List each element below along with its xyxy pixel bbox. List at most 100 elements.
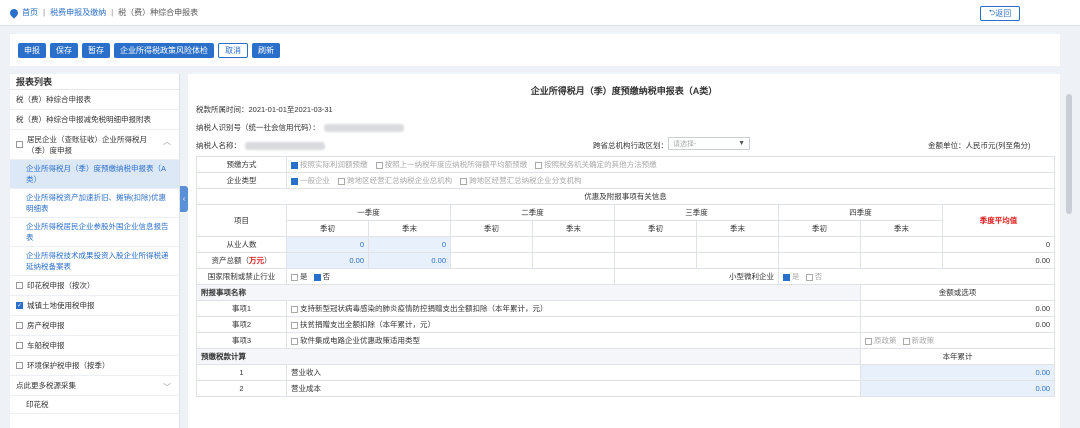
sidebar-checkbox[interactable] [16,342,23,349]
temp-save-button[interactable]: 暂存 [82,42,110,58]
chevron-left-icon: ‹ [182,195,186,203]
sidebar-checkbox[interactable] [16,362,23,369]
taxpayer-id-row: 纳税人识别号（统一社会信用代码）： [196,122,404,133]
enterprise-type-options: 一般企业 跨地区经营汇总纳税企业总机构 跨地区经营汇总纳税企业分支机构 [285,172,1056,189]
q1-start-header: 季初 [286,220,369,237]
item2-checkbox[interactable] [291,321,298,329]
checkbox-head-office[interactable] [338,177,346,185]
sidebar-item-resident-enterprise[interactable]: 居民企业（查账征收）企业所得税月（季）度申报 ︿ [10,130,179,160]
sidebar-item-environment[interactable]: 环境保护税申报（按季） [10,356,179,376]
attach-name-header: 附报事项名称 [196,284,861,301]
row1-value-input[interactable]: 0.00 [859,364,1056,381]
assets-q4-end [860,252,943,269]
declare-button[interactable]: 申报 [18,42,46,58]
calc-row-2: 2 营业成本 0.00 [196,380,1056,397]
checkbox-actual-profit[interactable] [291,161,298,169]
item3-checkbox[interactable] [291,337,298,345]
sidebar-item-stamp-per-time[interactable]: 印花税申报（按次） [10,276,179,296]
restricted-row: 国家限制或禁止行业 是 否 小型微利企业 是 否 [196,268,1056,285]
redacted-taxpayer-name [245,142,325,151]
restricted-yes-checkbox[interactable] [291,273,298,281]
checkbox-avg-prior-year[interactable] [375,161,383,169]
prepay-method-row: 预缴方式 按照实际利润额预缴 按照上一纳税年度应纳税所得额平均额预缴 按照税务机… [196,156,1056,173]
assets-q1-end-input[interactable]: 0.00 [368,252,451,269]
sidebar-item-land-use[interactable]: ✓ 城镇土地使用税申报 [10,296,179,316]
item2-value[interactable]: 0.00 [859,316,1056,333]
assets-label: 资产总额（万元） [196,252,287,269]
item-header: 项目 [196,204,287,237]
scrollbar-thumb[interactable] [1066,94,1072,214]
q3-header: 三季度 [614,204,779,221]
item1-value[interactable]: 0.00 [859,300,1056,317]
policy-risk-check-button[interactable]: 企业所得税政策风险体检 [114,42,214,58]
employees-q1-end-input[interactable]: 0 [368,236,451,253]
small-yes-checkbox[interactable] [783,273,790,281]
checkbox-general-enterprise[interactable] [291,177,298,185]
small-no-checkbox[interactable] [805,273,813,281]
breadcrumb-tax-filing[interactable]: 税费申报及缴纳 [50,7,106,18]
redacted-taxpayer-id [323,124,404,133]
assets-q2-end [532,252,615,269]
back-button[interactable]: ⮌ 返回 [980,6,1020,21]
sidebar-item-vehicle[interactable]: 车船税申报 [10,336,179,356]
declaration-form: 企业所得税月（季）度预缴纳税申报表（A类） 税款所属时间：2021-01-01至… [188,74,1060,428]
sidebar-item-comprehensive[interactable]: 税（费）种综合申报表 [10,90,179,110]
sidebar-item-reduction-schedule[interactable]: 税（费）种综合申报减免税明细申报附表 [10,110,179,130]
assets-label-close: ） [264,256,272,265]
sidebar-item-label: 环境保护税申报（按季） [27,361,110,370]
sidebar-checkbox-checked[interactable]: ✓ [16,302,23,309]
checkbox-branch[interactable] [460,177,468,185]
assets-q4-start [778,252,861,269]
employees-q1-start-input[interactable]: 0 [286,236,369,253]
sidebar-item-label: 居民企业（查账征收）企业所得税月（季）度申报 [27,134,147,155]
assets-unit: 万元 [249,256,264,265]
chevron-up-icon[interactable]: ︿ [163,136,171,147]
cancel-button[interactable]: 取消 [218,42,248,58]
sidebar-subitem-a-form[interactable]: 企业所得税月（季）度预缴纳税申报表（A类） [10,160,179,189]
small-enterprise-label: 小型微利企业 [614,268,779,285]
breadcrumb-home[interactable]: 首页 [22,7,38,18]
sidebar-subitem-foreign-info[interactable]: 企业所得税居民企业参股外国企业信息报告表 [10,218,179,247]
option-label: 原政策 [874,336,897,345]
q4-header: 四季度 [778,204,943,221]
region-select[interactable]: 请选择- ▼ [668,137,750,150]
row1-label: 营业收入 [286,364,861,381]
breadcrumb-separator: | [43,8,46,17]
row2-value-input[interactable]: 0.00 [859,380,1056,397]
item3-options: 原政策 新政策 [859,332,1056,349]
new-policy-checkbox[interactable] [902,337,910,345]
refresh-button[interactable]: 刷新 [252,42,280,58]
sidebar-item-more-sources[interactable]: 点此更多税源采集 ﹀ [10,376,179,396]
option-label: 按照实际利润额预缴 [300,160,368,169]
form-title: 企业所得税月（季）度预缴纳税申报表（A类） [530,86,718,96]
item1-description: 支持新型冠状病毒感染的肺炎疫情防控捐赠支出全额扣除（本年累计，元） [286,300,861,317]
employees-q2-end [532,236,615,253]
prepay-table: 预缴方式 按照实际利润额预缴 按照上一纳税年度应纳税所得额平均额预缴 按照税务机… [195,156,1056,397]
save-button[interactable]: 保存 [50,42,78,58]
sidebar-checkbox[interactable] [16,141,23,148]
chevron-down-icon[interactable]: ﹀ [163,382,171,393]
sidebar-item-label: 印花税申报（按次） [27,281,95,290]
employees-label: 从业人数 [196,236,287,253]
item1-text: 支持新型冠状病毒感染的肺炎疫情防控捐赠支出全额扣除（本年累计，元） [300,304,548,313]
checkbox-other-method[interactable] [535,161,543,169]
sidebar-subitem-depreciation[interactable]: 企业所得税资产加速折旧、摊销(扣除)优惠明细表 [10,189,179,218]
restricted-no-checkbox[interactable] [313,273,321,281]
collapse-sidebar-handle[interactable]: ‹ [180,186,188,212]
location-pin-icon [8,6,20,19]
item1-checkbox[interactable] [291,305,298,313]
sidebar-subitem-stamp[interactable]: 印花税 [10,396,179,414]
employees-q3-end [696,236,779,253]
orig-policy-checkbox[interactable] [865,337,872,345]
attach-item3-row: 事项3 软件集成电路企业优惠政策适用类型 原政策 新政策 [196,332,1056,349]
page-scrollbar[interactable] [1060,74,1080,428]
q2-header: 二季度 [450,204,615,221]
sidebar-item-label: 车船税申报 [27,341,65,350]
sidebar-checkbox[interactable] [16,282,23,289]
sidebar-checkbox[interactable] [16,322,23,329]
taxpayer-id-label: 纳税人识别号（统一社会信用代码）： [196,123,320,132]
sidebar-subitem-deferred-tax[interactable]: 企业所得税技术成果投资入股企业所得税递延纳税备案表 [10,247,179,276]
sidebar-item-property[interactable]: 房产税申报 [10,316,179,336]
assets-q1-start-input[interactable]: 0.00 [286,252,369,269]
top-bar: 首页 | 税费申报及缴纳 | 税（费）种综合申报表 ⮌ 返回 [0,0,1080,26]
